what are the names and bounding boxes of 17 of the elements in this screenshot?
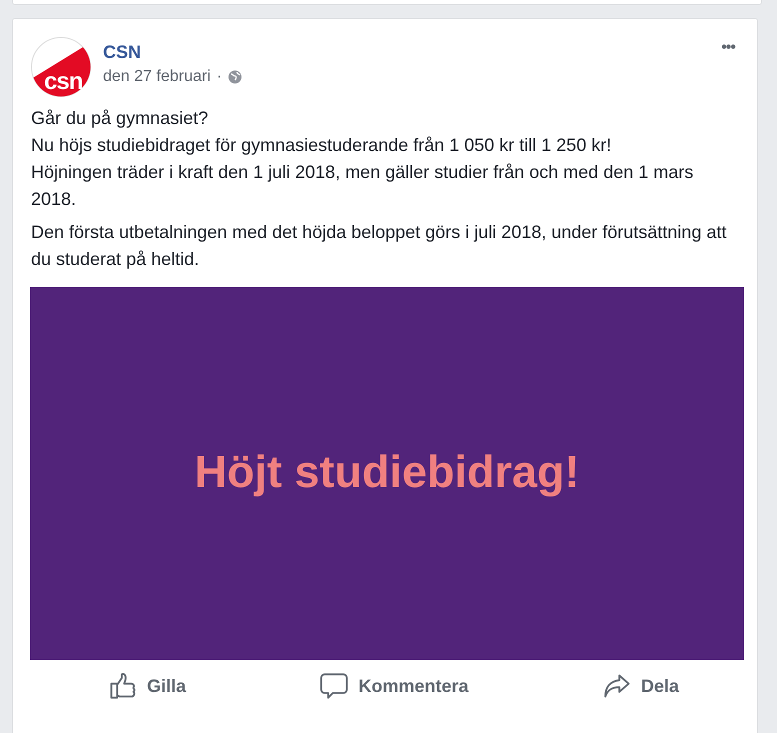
- speech-bubble-icon: [320, 672, 348, 700]
- share-arrow-icon: [602, 672, 631, 700]
- post-date[interactable]: den 27 februari: [103, 68, 211, 86]
- author-link[interactable]: CSN: [103, 40, 142, 64]
- post-text: Den första utbetalningen med det höjda beloppet görs i juli 2018, under förutsättning att du studerat på heltid.: [31, 221, 728, 271]
- image-headline: Höjt studiebidrag!: [194, 446, 580, 498]
- thumbs-up-icon: [109, 672, 137, 700]
- logo-text: csn: [44, 70, 82, 94]
- post-text: Går du på gymnasiet? Nu höjs studiebidraget för gymnasiestuderande från 1 050 kr till 1 250 kr! Höjningen träder i kraft den 1 juli 2018, men gäller studier från och med den 1 mars 2018.: [31, 107, 694, 211]
- share-button[interactable]: Dela: [602, 666, 679, 706]
- separator: ·: [216, 68, 222, 86]
- comment-button[interactable]: Kommentera: [320, 666, 468, 706]
- like-button[interactable]: Gilla: [109, 666, 186, 706]
- globe-icon: [228, 70, 242, 84]
- avatar[interactable]: csn: [31, 37, 91, 97]
- more-options-button[interactable]: •••: [721, 39, 735, 57]
- post-image[interactable]: Höjt studiebidrag!: [30, 287, 744, 660]
